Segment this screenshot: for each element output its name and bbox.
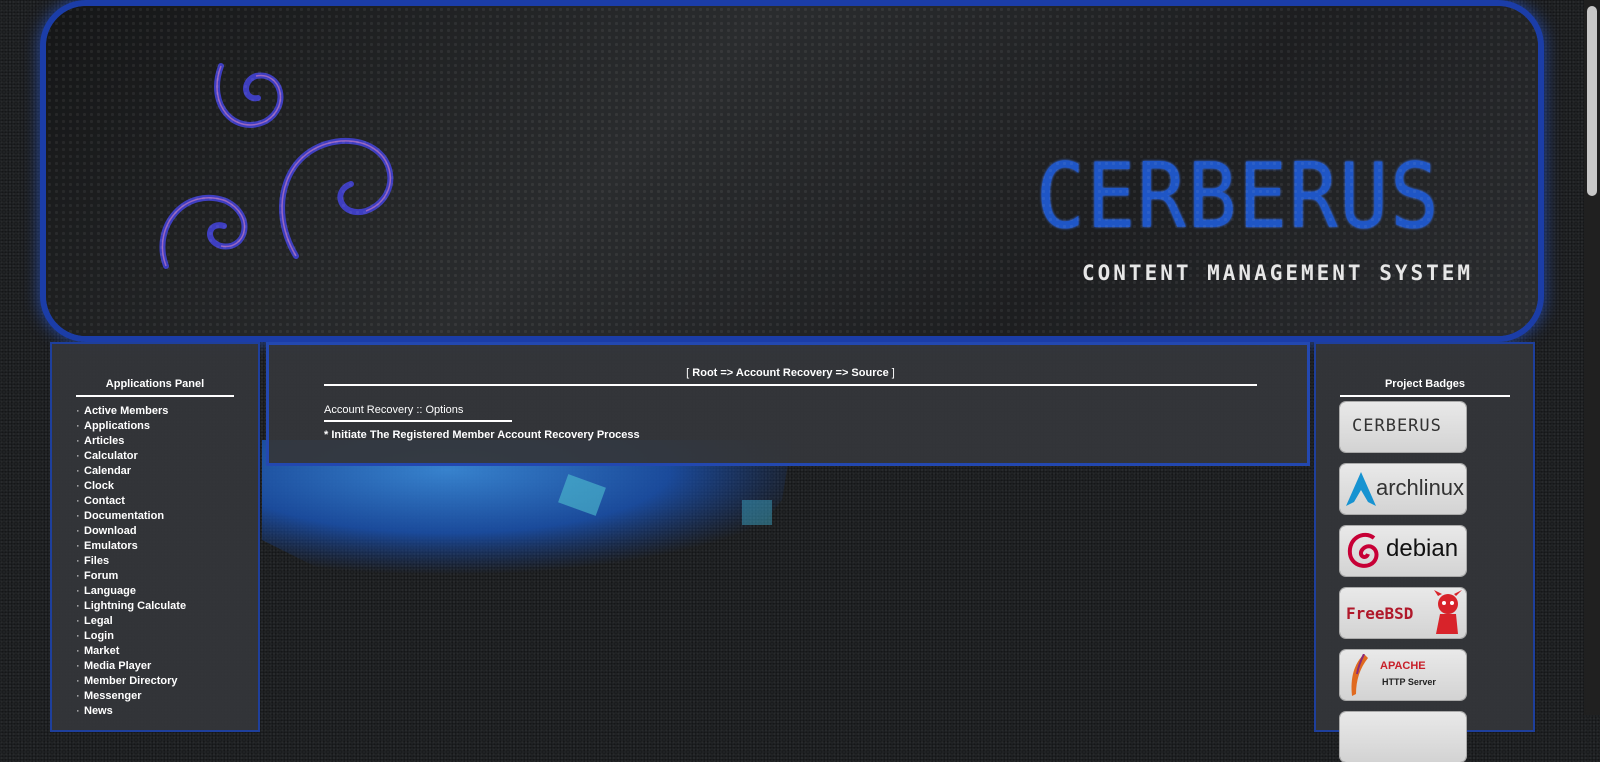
app-list-item: · Lightning Calculate — [76, 599, 186, 614]
badge-arch-label: archlinux — [1376, 475, 1465, 500]
app-list-item: · Forum — [76, 569, 186, 584]
app-link-login[interactable]: Login — [84, 630, 114, 642]
app-list-item: · Emulators — [76, 539, 186, 554]
app-link-member-directory[interactable]: Member Directory — [84, 675, 178, 687]
badge-freebsd-label: FreeBSD — [1346, 604, 1414, 623]
app-list-item: · Language — [76, 584, 186, 599]
applications-list: · Active Members · Applications · Articles · Ca… — [76, 404, 186, 719]
app-link-contact[interactable]: Contact — [84, 495, 125, 507]
badge-debian[interactable]: debian — [1340, 526, 1466, 576]
bullet-icon: · — [76, 465, 80, 477]
app-list-item: · Contact — [76, 494, 186, 509]
bullet-icon: · — [76, 405, 80, 417]
project-badges-panel: Project Badges CERBERUS archlinux debian… — [1314, 342, 1535, 762]
badge-apache[interactable]: APACHE HTTP Server — [1340, 650, 1466, 700]
app-list-item: · Media Player — [76, 659, 186, 674]
app-link-lightning-calculate[interactable]: Lightning Calculate — [84, 600, 186, 612]
app-list-item: · Clock — [76, 479, 186, 494]
app-link-forum[interactable]: Forum — [84, 570, 118, 582]
freebsd-daemon-icon — [1434, 590, 1462, 634]
section-title: Account Recovery :: Options — [324, 404, 512, 422]
bullet-icon: · — [76, 510, 80, 522]
bullet-icon: · — [76, 645, 80, 657]
app-link-articles[interactable]: Articles — [84, 435, 124, 447]
recovery-option: * Initiate The Registered Member Account… — [324, 429, 640, 441]
app-list-item: · Documentation — [76, 509, 186, 524]
app-link-calculator[interactable]: Calculator — [84, 450, 138, 462]
bullet-icon: · — [76, 555, 80, 567]
bullet-icon: · — [76, 450, 80, 462]
app-link-applications[interactable]: Applications — [84, 420, 150, 432]
app-link-media-player[interactable]: Media Player — [84, 660, 151, 672]
bullet-icon: · — [76, 570, 80, 582]
badge-freebsd[interactable]: FreeBSD — [1340, 588, 1466, 638]
badge-cerberus[interactable]: CERBERUS — [1340, 402, 1466, 452]
bullet-icon: · — [76, 435, 80, 447]
banner-title: CERBERUS — [1036, 144, 1441, 249]
applications-panel: Applications Panel · Active Members · Appli… — [50, 342, 260, 732]
badge-apache-subtitle: HTTP Server — [1382, 677, 1436, 687]
app-link-emulators[interactable]: Emulators — [84, 540, 138, 552]
app-link-clock[interactable]: Clock — [84, 480, 114, 492]
swirl-logo-icon — [159, 63, 394, 269]
app-list-item: · Active Members — [76, 404, 186, 419]
app-list-item: · Calculator — [76, 449, 186, 464]
bullet-icon: · — [76, 690, 80, 702]
badge-cerberus-label: CERBERUS — [1352, 416, 1442, 436]
app-link-files[interactable]: Files — [84, 555, 109, 567]
bullet-icon: · — [76, 585, 80, 597]
app-link-download[interactable]: Download — [84, 525, 137, 537]
bullet-icon: · — [76, 615, 80, 627]
main-content: [ Root => Account Recovery => Source ] A… — [266, 342, 1310, 466]
app-link-news[interactable]: News — [84, 705, 113, 717]
app-list-item: · News — [76, 704, 186, 719]
site-banner: CERBERUS CONTENT MANAGEMENT SYSTEM — [46, 6, 1538, 336]
app-link-language[interactable]: Language — [84, 585, 136, 597]
bullet-icon: · — [76, 600, 80, 612]
app-link-messenger[interactable]: Messenger — [84, 690, 141, 702]
breadcrumb-close-bracket: ] — [888, 367, 895, 379]
bullet-icon: · — [76, 630, 80, 642]
applications-panel-heading: Applications Panel — [76, 378, 234, 397]
arch-logo-icon — [1346, 472, 1376, 506]
badge-additional[interactable] — [1340, 712, 1466, 762]
initiate-recovery-link[interactable]: Initiate The Registered Member Account R… — [331, 429, 639, 441]
app-list-item: · Member Directory — [76, 674, 186, 689]
scrollbar-thumb[interactable] — [1587, 6, 1597, 196]
badge-debian-label: debian — [1386, 535, 1459, 562]
breadcrumb-path: Root => Account Recovery => Source — [692, 367, 889, 379]
bullet-icon: · — [76, 540, 80, 552]
debian-swirl-icon — [1347, 532, 1379, 568]
app-link-calendar[interactable]: Calendar — [84, 465, 131, 477]
badge-apache-title: APACHE — [1380, 660, 1426, 672]
badge-archlinux[interactable]: archlinux — [1340, 464, 1466, 514]
vertical-scrollbar[interactable] — [1584, 0, 1600, 715]
app-list-item: · Applications — [76, 419, 186, 434]
project-badges-heading: Project Badges — [1340, 378, 1510, 397]
app-list-item: · Articles — [76, 434, 186, 449]
bullet-icon: · — [76, 675, 80, 687]
apache-feather-icon — [1351, 654, 1368, 696]
bullet-icon: · — [76, 660, 80, 672]
app-link-legal[interactable]: Legal — [84, 615, 113, 627]
bullet-icon: · — [76, 525, 80, 537]
banner-subtitle: CONTENT MANAGEMENT SYSTEM — [1082, 261, 1474, 285]
app-list-item: · Calendar — [76, 464, 186, 479]
app-link-market[interactable]: Market — [84, 645, 119, 657]
bullet-icon: · — [76, 705, 80, 717]
breadcrumb: [ Root => Account Recovery => Source ] — [324, 367, 1257, 386]
app-list-item: · Messenger — [76, 689, 186, 704]
app-list-item: · Legal — [76, 614, 186, 629]
app-link-active-members[interactable]: Active Members — [84, 405, 168, 417]
app-list-item: · Market — [76, 644, 186, 659]
bullet-icon: · — [76, 420, 80, 432]
bullet-icon: · — [76, 495, 80, 507]
app-list-item: · Download — [76, 524, 186, 539]
app-list-item: · Login — [76, 629, 186, 644]
bullet-icon: · — [76, 480, 80, 492]
app-link-documentation[interactable]: Documentation — [84, 510, 164, 522]
app-list-item: · Files — [76, 554, 186, 569]
